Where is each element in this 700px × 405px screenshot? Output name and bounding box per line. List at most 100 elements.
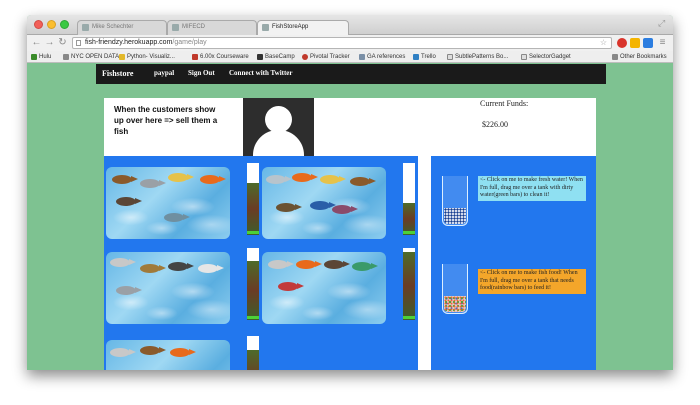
folder-icon (63, 54, 69, 60)
back-icon[interactable]: ← (31, 37, 42, 48)
address-bar[interactable]: fish-friendzy.herokuapp.com/game/play ☆ (72, 37, 612, 49)
reload-icon[interactable]: ↻ (57, 37, 68, 48)
tank-cleanliness-bar (403, 248, 415, 320)
fish-tank[interactable] (262, 252, 386, 324)
fish-icon[interactable] (140, 264, 166, 273)
customer-area: When the customers show up over here => … (104, 98, 596, 156)
bookmark-item[interactable]: Hulu (31, 53, 51, 61)
bookmark-item[interactable]: Trello (413, 53, 436, 61)
tanks-panel (104, 156, 418, 370)
fullscreen-icon[interactable]: ⤢ (658, 19, 667, 28)
fish-icon[interactable] (164, 213, 190, 222)
fish-icon[interactable] (278, 282, 304, 291)
fish-icon[interactable] (198, 264, 224, 273)
bookmark-item[interactable]: NYC OPEN DATA (63, 53, 119, 61)
fish-icon[interactable] (140, 346, 166, 355)
page-icon (76, 40, 81, 46)
bookmark-item[interactable]: BaseCamp (257, 53, 295, 61)
dirt-level (247, 260, 259, 320)
bookmark-icon (31, 54, 37, 60)
fish-icon[interactable] (112, 175, 138, 184)
food-tip: <- Click on me to make fish food! When I… (478, 269, 586, 294)
fish-icon[interactable] (168, 262, 194, 271)
url-path: /game/play (172, 39, 207, 46)
bookmark-icon (521, 54, 527, 60)
fish-food-fill (444, 296, 466, 312)
funds-value: $226.00 (482, 120, 508, 129)
twitter-connect-link[interactable]: Connect with Twitter (229, 69, 293, 77)
fish-icon[interactable] (116, 197, 142, 206)
browser-tab-active[interactable]: FishStoreApp (257, 20, 349, 35)
close-window-icon[interactable] (34, 20, 43, 29)
fish-icon[interactable] (110, 348, 136, 357)
fish-tank[interactable] (262, 167, 386, 239)
browser-tab[interactable]: Mike Schechter (77, 20, 167, 35)
bookmark-item[interactable]: SelectorGadget (521, 53, 571, 61)
fish-tank[interactable] (106, 340, 230, 370)
tank-cleanliness-bar (247, 163, 259, 235)
title-bar: Mike Schechter MIFECD FishStoreApp ⤢ (27, 15, 673, 35)
fish-icon[interactable] (276, 203, 302, 212)
paypal-link[interactable]: paypal (154, 69, 174, 77)
tank-cleanliness-bar (247, 248, 259, 320)
fish-icon[interactable] (296, 260, 322, 269)
tab-favicon-icon (172, 24, 179, 31)
fish-tank[interactable] (106, 252, 230, 324)
bookmark-item[interactable]: Python- Visualiz... (119, 53, 175, 61)
tab-favicon-icon (262, 24, 269, 31)
bookmark-item[interactable]: SubtlePatterns Bo... (447, 53, 508, 61)
tab-label: Mike Schechter (92, 24, 134, 30)
fish-icon[interactable] (200, 175, 226, 184)
browser-toolbar: ← → ↻ fish-friendzy.herokuapp.com/game/p… (27, 35, 673, 51)
bookmark-icon (447, 54, 453, 60)
bookmark-icon (302, 54, 308, 60)
minimize-window-icon[interactable] (47, 20, 56, 29)
folder-icon (612, 54, 618, 60)
other-bookmarks[interactable]: Other Bookmarks (612, 53, 667, 61)
fish-icon[interactable] (350, 177, 376, 186)
fish-icon[interactable] (310, 201, 336, 210)
extension-red-icon[interactable] (617, 38, 627, 48)
bookmark-item[interactable]: GA references (359, 53, 405, 61)
food-beaker[interactable] (442, 264, 468, 314)
fish-icon[interactable] (292, 173, 318, 182)
dirt-level (247, 350, 259, 370)
maximize-window-icon[interactable] (60, 20, 69, 29)
bookmark-item[interactable]: 6.00x Courseware (192, 53, 249, 61)
customer-avatar[interactable] (243, 98, 314, 156)
dirt-level (247, 183, 259, 235)
fish-icon[interactable] (110, 258, 136, 267)
bookmark-item[interactable]: Pivotal Tracker (302, 53, 350, 61)
page-content: Fishstore paypal Sign Out Connect with T… (27, 64, 673, 370)
fresh-water-fill (444, 208, 466, 224)
fish-tank[interactable] (106, 167, 230, 239)
fish-icon[interactable] (320, 175, 346, 184)
tank-cleanliness-bar (403, 163, 415, 235)
funds-label: Current Funds: (480, 99, 529, 108)
fish-icon[interactable] (266, 175, 292, 184)
sign-out-link[interactable]: Sign Out (188, 69, 215, 77)
extension-blue-icon[interactable] (643, 38, 653, 48)
fish-icon[interactable] (170, 348, 196, 357)
bookmark-icon (119, 54, 125, 60)
extension-yellow-icon[interactable] (630, 38, 640, 48)
forward-icon[interactable]: → (44, 37, 55, 48)
fish-icon[interactable] (324, 260, 350, 269)
fish-icon[interactable] (332, 205, 358, 214)
fish-icon[interactable] (168, 173, 194, 182)
tab-label: FishStoreApp (272, 24, 309, 30)
water-tip: <- Click on me to make fresh water! When… (478, 176, 586, 201)
water-beaker[interactable] (442, 176, 468, 226)
bookmark-star-icon[interactable]: ☆ (600, 38, 607, 48)
url-host: fish-friendzy.herokuapp.com (85, 39, 173, 46)
fish-icon[interactable] (116, 286, 142, 295)
brand-link[interactable]: Fishstore (102, 69, 133, 78)
fish-icon[interactable] (352, 262, 378, 271)
menu-icon[interactable]: ≡ (657, 37, 668, 48)
fish-icon[interactable] (268, 260, 294, 269)
fish-icon[interactable] (140, 179, 166, 188)
tools-panel: <- Click on me to make fresh water! When… (431, 156, 596, 370)
dirt-level (403, 251, 415, 320)
browser-tab[interactable]: MIFECD (167, 20, 257, 35)
folder-icon (359, 54, 365, 60)
